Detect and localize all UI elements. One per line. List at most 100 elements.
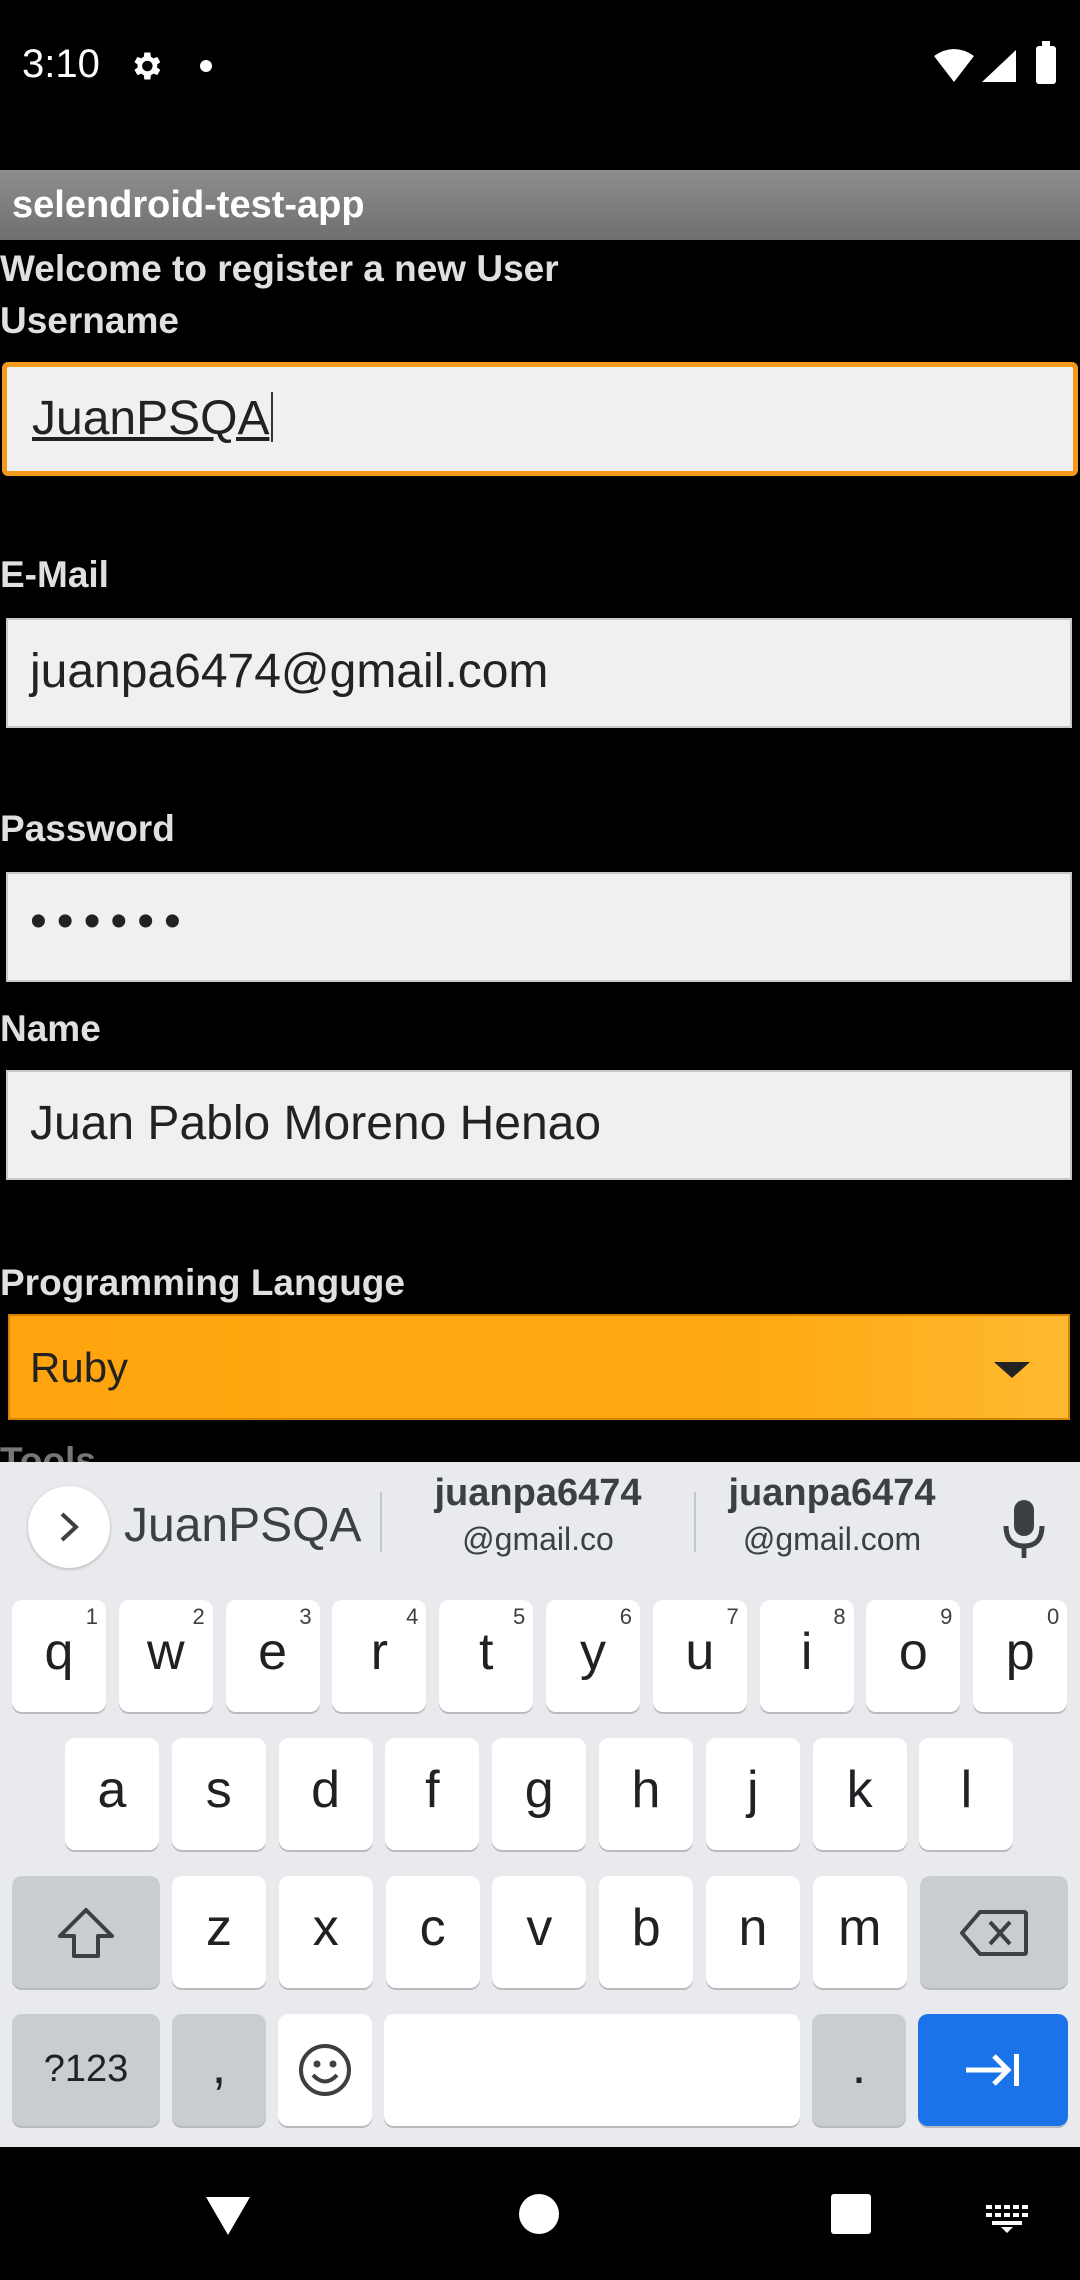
key-label: x [312, 1899, 339, 1957]
language-dropdown[interactable]: Ruby [8, 1314, 1070, 1420]
key-z[interactable]: z [172, 1876, 266, 1988]
keyboard-switch-icon[interactable] [984, 2203, 1030, 2233]
key-n[interactable]: n [706, 1876, 800, 1988]
next-arrow-icon [966, 2054, 1019, 2086]
key-label: q [44, 1623, 74, 1681]
key-label: d [311, 1761, 341, 1819]
key-label: n [738, 1899, 768, 1957]
key-g[interactable]: g [492, 1738, 587, 1850]
key-hint: 3 [299, 1604, 312, 1629]
email-label: E-Mail [0, 554, 109, 595]
password-label: Password [0, 808, 175, 849]
key-u[interactable]: u7 [652, 1600, 747, 1712]
soft-keyboard: JuanPSQA juanpa6474 @gmail.co juanpa6474… [0, 1462, 1080, 2147]
key-label: j [747, 1761, 759, 1819]
key-d[interactable]: d [278, 1738, 373, 1850]
key-hint: 7 [726, 1604, 739, 1629]
key-label: v [526, 1899, 553, 1957]
key-hint: 9 [940, 1604, 953, 1629]
key-j[interactable]: j [705, 1738, 800, 1850]
key-label: p [1005, 1623, 1035, 1681]
status-bar: 3:10 [0, 0, 1080, 134]
key-area: q 1 w 2 e 3 r 4 t 5 y 6 u 7 i 8 o 9 p 0 a s d f g h j k l z x c v b n m ?123… [0, 1462, 1080, 2147]
wifi-icon [934, 49, 974, 82]
key-t[interactable]: t5 [439, 1600, 534, 1712]
key-hint: 1 [85, 1604, 98, 1629]
key-label: u [685, 1623, 715, 1681]
key-q[interactable]: q1 [12, 1600, 106, 1712]
key-label: t [478, 1623, 494, 1681]
key-label: c [419, 1899, 446, 1957]
symbols-key[interactable]: ?123 [12, 2014, 160, 2126]
key-l[interactable]: l [919, 1738, 1014, 1850]
key-label: ?123 [43, 2048, 129, 2090]
key-label: y [580, 1623, 606, 1681]
backspace-icon [960, 1910, 1028, 1956]
key-label: e [258, 1623, 288, 1681]
name-label: Name [0, 1008, 101, 1049]
language-label: Programming Languge [0, 1262, 405, 1303]
key-a[interactable]: a [65, 1738, 159, 1850]
key-m[interactable]: m [812, 1876, 907, 1988]
key-label: g [524, 1761, 554, 1819]
next-key[interactable] [918, 2014, 1068, 2126]
key-label: a [97, 1761, 127, 1819]
key-h[interactable]: h [599, 1738, 693, 1850]
key-label: m [838, 1899, 882, 1957]
key-label: h [631, 1761, 661, 1819]
key-hint: 0 [1046, 1604, 1060, 1629]
recents-icon[interactable] [830, 2193, 872, 2235]
key-k[interactable]: k [812, 1738, 907, 1850]
key-label: f [425, 1761, 440, 1819]
key-r[interactable]: r4 [332, 1600, 427, 1712]
key-hint: 6 [619, 1604, 632, 1629]
welcome-text: Welcome to register a new User [0, 248, 559, 289]
key-label: l [960, 1761, 973, 1819]
shift-icon [58, 1908, 114, 1958]
key-label: i [800, 1623, 813, 1681]
username-label: Username [0, 300, 179, 341]
email-field[interactable]: juanpa6474@gmail.com [6, 618, 1072, 728]
language-selected: Ruby [30, 1344, 129, 1391]
battery-icon [1036, 41, 1056, 84]
key-label: w [147, 1623, 185, 1681]
home-icon[interactable] [518, 2193, 560, 2235]
username-field[interactable]: JuanPSQA [2, 362, 1078, 476]
tools-label-partial: Tools [0, 1440, 96, 1462]
emoji-key[interactable] [278, 2014, 372, 2126]
gear-icon [134, 52, 161, 80]
dropdown-arrow-icon [994, 1362, 1030, 1378]
key-label: . [851, 2037, 867, 2095]
key-c[interactable]: c [385, 1876, 480, 1988]
back-icon[interactable] [204, 2195, 252, 2237]
key-hint: 4 [406, 1604, 419, 1629]
password-field[interactable]: •••••• [6, 872, 1072, 982]
key-y[interactable]: y6 [546, 1600, 640, 1712]
key-hint: 5 [512, 1604, 526, 1629]
username-value: JuanPSQA [32, 391, 274, 446]
shift-key[interactable] [12, 1876, 160, 1988]
period-key[interactable]: . [812, 2014, 906, 2126]
name-value: Juan Pablo Moreno Henao [30, 1097, 602, 1150]
key-label: k [846, 1761, 873, 1819]
key-i[interactable]: i8 [759, 1600, 854, 1712]
key-w[interactable]: w2 [118, 1600, 213, 1712]
app-title-bar: selendroid-test-app [0, 170, 1080, 240]
key-o[interactable]: o9 [866, 1600, 961, 1712]
key-s[interactable]: s [171, 1738, 266, 1850]
key-label: b [631, 1899, 661, 1957]
backspace-key[interactable] [920, 1876, 1068, 1988]
emoji-icon [299, 2044, 351, 2096]
key-e[interactable]: e3 [225, 1600, 320, 1712]
key-b[interactable]: b [599, 1876, 694, 1988]
space-key[interactable] [384, 2014, 800, 2126]
email-value: juanpa6474@gmail.com [30, 645, 549, 698]
key-x[interactable]: x [278, 1876, 373, 1988]
key-v[interactable]: v [492, 1876, 587, 1988]
key-f[interactable]: f [385, 1738, 480, 1850]
comma-key[interactable]: , [172, 2014, 266, 2126]
name-field[interactable]: Juan Pablo Moreno Henao [6, 1070, 1072, 1180]
key-p[interactable]: p0 [973, 1600, 1068, 1712]
navigation-bar [0, 2147, 1080, 2280]
status-time: 3:10 [22, 42, 100, 86]
